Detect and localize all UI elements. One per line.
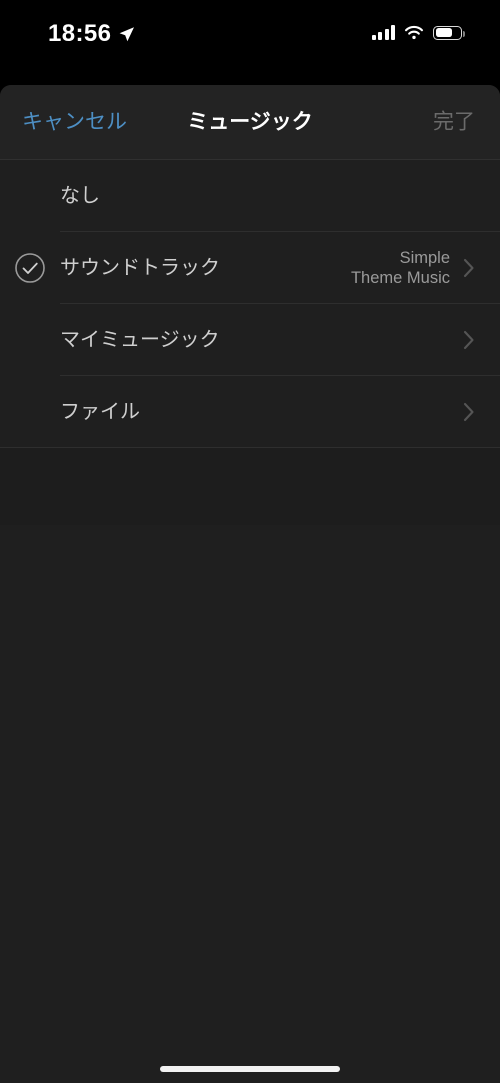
- music-picker-sheet: キャンセル ミュージック 完了 なし サウンドトラック Simple Theme…: [0, 85, 500, 1083]
- list-item-label: マイミュージック: [60, 329, 220, 351]
- chevron-right-icon: [463, 258, 474, 278]
- status-bar: 18:56: [0, 0, 500, 75]
- battery-icon: [433, 25, 465, 40]
- list-item-my-music[interactable]: マイミュージック: [0, 304, 500, 376]
- navigation-bar: キャンセル ミュージック 完了: [0, 85, 500, 160]
- location-arrow-icon: [119, 26, 135, 41]
- home-indicator[interactable]: [160, 1066, 340, 1072]
- list-item-none[interactable]: なし: [0, 160, 500, 232]
- cellular-signal-icon: [371, 25, 395, 40]
- list-item-label: ファイル: [60, 401, 140, 423]
- empty-content-area: [0, 525, 500, 1083]
- list-item-label: なし: [60, 185, 100, 207]
- list-item-label: サウンドトラック: [60, 257, 220, 279]
- status-bar-right: [371, 25, 465, 40]
- battery-fill: [435, 28, 453, 37]
- page-title: ミュージック: [187, 110, 313, 134]
- chevron-right-icon: [463, 330, 474, 350]
- phone-screen: 18:56 キャンセル ミュージック 完了 なし サウンドトラック Simple…: [0, 0, 500, 1083]
- list-item-files[interactable]: ファイル: [0, 376, 500, 448]
- row-separator: [0, 447, 500, 448]
- status-bar-clock: 18:56: [48, 20, 112, 47]
- chevron-right-icon: [463, 402, 474, 422]
- check-circle-icon: [15, 253, 45, 283]
- list-item-soundtrack[interactable]: サウンドトラック Simple Theme Music: [0, 232, 500, 304]
- list-item-value: Simple Theme Music: [350, 248, 450, 287]
- done-button[interactable]: 完了: [433, 112, 475, 133]
- wifi-icon: [404, 25, 424, 40]
- status-bar-left: 18:56: [48, 22, 135, 46]
- music-options-list: なし サウンドトラック Simple Theme Music マイミュージック …: [0, 160, 500, 448]
